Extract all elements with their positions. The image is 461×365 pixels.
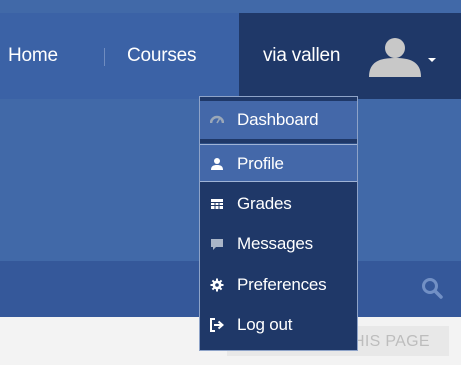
menu-label-messages: Messages: [237, 234, 313, 253]
menu-item-profile[interactable]: Profile: [200, 144, 357, 182]
menu-label-dashboard: Dashboard: [237, 110, 319, 129]
menu-item-dashboard[interactable]: Dashboard: [200, 101, 357, 139]
user-dropdown-menu: Dashboard Profile Grades Messages Prefer…: [199, 96, 358, 351]
user-name: via vallen: [263, 45, 341, 66]
user-icon: [211, 158, 223, 170]
menu-label-preferences: Preferences: [237, 275, 327, 294]
caret-down-icon: [428, 58, 436, 62]
table-icon: [211, 199, 223, 209]
gear-icon: [210, 278, 224, 292]
menu-item-preferences[interactable]: Preferences: [200, 266, 357, 304]
dashboard-icon: [210, 115, 224, 124]
menu-label-logout: Log out: [237, 315, 293, 334]
menu-item-messages[interactable]: Messages: [200, 225, 357, 263]
menu-item-grades[interactable]: Grades: [200, 185, 357, 223]
menu-label-grades: Grades: [237, 194, 292, 213]
user-avatar-icon: [369, 38, 421, 77]
nav-home-link[interactable]: Home: [8, 44, 58, 68]
nav-divider: [104, 48, 105, 66]
user-menu-toggle[interactable]: via vallen: [239, 13, 461, 99]
menu-item-logout[interactable]: Log out: [200, 306, 357, 344]
menu-label-profile: Profile: [237, 154, 284, 173]
comment-icon: [211, 239, 223, 250]
search-icon[interactable]: [420, 276, 444, 300]
sign-out-icon: [210, 318, 224, 332]
nav-courses-link[interactable]: Courses: [127, 44, 197, 68]
